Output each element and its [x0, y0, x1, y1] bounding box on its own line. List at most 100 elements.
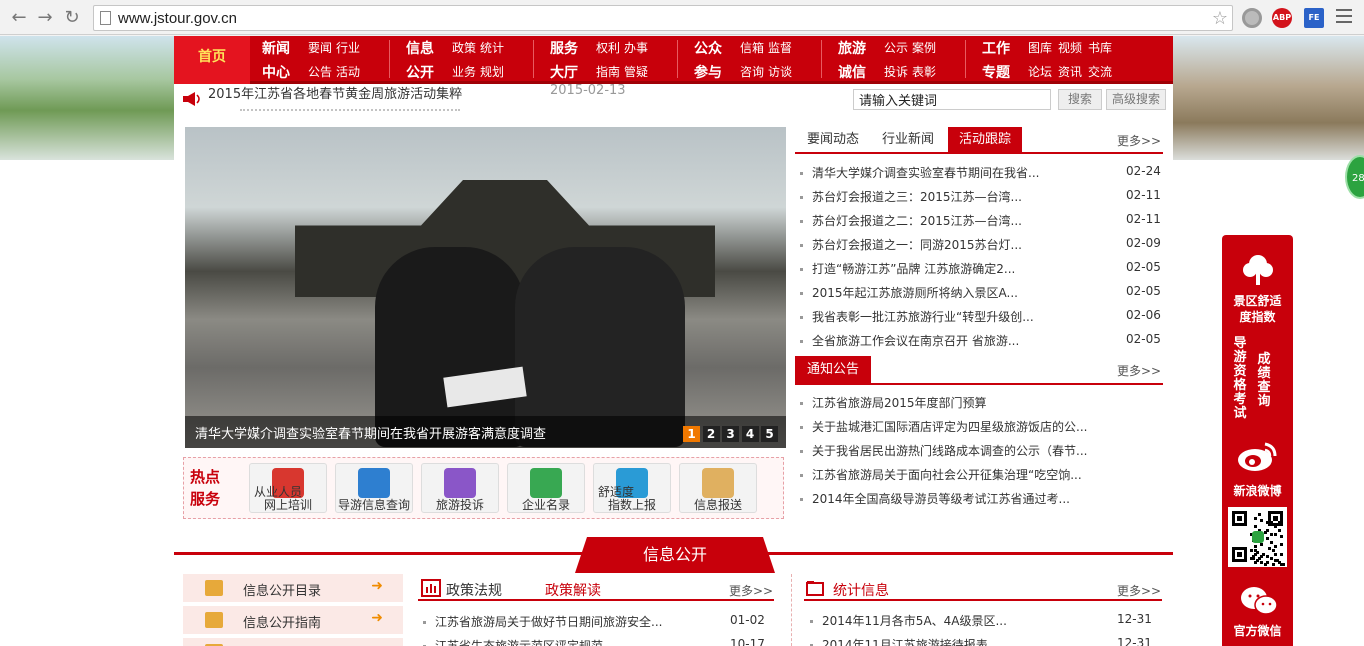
nav-sub-link[interactable]: 业务 — [452, 60, 476, 84]
news-item[interactable]: 苏台灯会报道之二：2015江苏—台湾... — [800, 212, 1022, 229]
nav-sub-link[interactable]: 权利 — [596, 36, 620, 60]
nav-sub-link[interactable]: 指南 — [596, 60, 620, 84]
nav-group-title[interactable]: 工作 — [982, 38, 1010, 60]
nav-group-title[interactable]: 专题 — [982, 62, 1010, 84]
fe-extension-icon[interactable]: FE — [1304, 8, 1324, 28]
slideshow-image[interactable] — [185, 127, 786, 448]
stats-item[interactable]: 2014年11月各市5A、4A级景区... — [810, 612, 1007, 629]
tab-policy-laws[interactable]: 政策法规 — [446, 580, 502, 600]
news-item[interactable]: 清华大学媒介调查实验室春节期间在我省... — [800, 164, 1039, 181]
hot-service-item[interactable]: 舒适度 指数上报 — [593, 463, 671, 513]
nav-home[interactable]: 首页 — [174, 36, 250, 84]
nav-sub-link[interactable]: 公示 — [884, 36, 908, 60]
nav-sub-link[interactable]: 活动 — [336, 60, 360, 84]
tab-industry-news[interactable]: 行业新闻 — [873, 127, 943, 153]
nav-sub-link[interactable]: 行业 — [336, 36, 360, 60]
nav-sub-link[interactable]: 访谈 — [768, 60, 792, 84]
nav-sub-link[interactable]: 图库 — [1028, 36, 1052, 60]
tab-statistics[interactable]: 统计信息 — [833, 580, 889, 600]
notice-item[interactable]: 江苏省旅游局关于面向社会公开征集治理“吃空饷... — [800, 466, 1082, 483]
news-item[interactable]: 打造“畅游江苏”品牌 江苏旅游确定2... — [800, 260, 1015, 277]
address-bar[interactable]: www.jstour.gov.cn ☆ — [93, 5, 1233, 31]
policy-more-link[interactable]: 更多>> — [729, 582, 773, 599]
tab-notices[interactable]: 通知公告 — [795, 356, 871, 384]
stats-more-link[interactable]: 更多>> — [1117, 582, 1161, 599]
adblock-icon[interactable]: ABP — [1272, 8, 1292, 28]
policy-item[interactable]: 江苏省生态旅游示范区评定规范 — [423, 637, 603, 646]
float-guide-exam[interactable]: 导游资格考试 — [1230, 337, 1250, 421]
nav-sub-link[interactable]: 投诉 — [884, 60, 908, 84]
nav-group-title[interactable]: 旅游 — [838, 38, 866, 60]
wechat-label[interactable]: 官方微信 — [1222, 622, 1293, 639]
nav-sub-link[interactable]: 要闻 — [308, 36, 332, 60]
nav-sub-link[interactable]: 书库 — [1088, 36, 1112, 60]
slideshow-page-1[interactable]: 1 — [683, 426, 700, 442]
nav-sub-link[interactable]: 表彰 — [912, 60, 936, 84]
nav-group-title[interactable]: 参与 — [694, 62, 722, 84]
news-item[interactable]: 苏台灯会报道之一：同游2015苏台灯... — [800, 236, 1022, 253]
slideshow-page-3[interactable]: 3 — [722, 426, 739, 442]
nav-group-title[interactable]: 服务 — [550, 38, 578, 60]
hot-service-item[interactable]: 信息报送 — [679, 463, 757, 513]
notice-item[interactable]: 关于盐城港汇国际酒店评定为四星级旅游饭店的公... — [800, 418, 1087, 435]
search-button[interactable]: 搜索 — [1058, 89, 1102, 110]
notice-item[interactable]: 关于我省居民出游热门线路成本调查的公示（春节... — [800, 442, 1087, 459]
nav-sub-link[interactable]: 交流 — [1088, 60, 1112, 84]
nav-group-title[interactable]: 大厅 — [550, 62, 578, 84]
nav-group-title[interactable]: 新闻 — [262, 38, 290, 60]
stats-item[interactable]: 2014年11月江苏旅游接待报表 — [810, 636, 988, 646]
hot-service-item[interactable]: 导游信息查询 — [335, 463, 413, 513]
nav-group-title[interactable]: 公众 — [694, 38, 722, 60]
bookmark-star-icon[interactable]: ☆ — [1212, 8, 1228, 29]
slideshow-caption[interactable]: 清华大学媒介调查实验室春节期间在我省开展游客满意度调查 — [195, 423, 546, 442]
nav-sub-link[interactable]: 管疑 — [624, 60, 648, 84]
nav-group-title[interactable]: 信息 — [406, 38, 434, 60]
info-catalog-link[interactable]: 信息公开目录 ➜ — [183, 574, 403, 602]
nav-sub-link[interactable]: 规划 — [480, 60, 504, 84]
info-guide-link[interactable]: 信息公开指南 ➜ — [183, 606, 403, 634]
news-item[interactable]: 2015年起江苏旅游厕所将纳入景区A... — [800, 284, 1018, 301]
nav-sub-link[interactable]: 视频 — [1058, 36, 1082, 60]
tab-policy-interpret[interactable]: 政策解读 — [545, 580, 601, 600]
news-item[interactable]: 我省表彰一批江苏旅游行业“转型升级创... — [800, 308, 1034, 325]
notice-item[interactable]: 江苏省旅游局2015年度部门预算 — [800, 394, 987, 411]
tab-activity-tracking[interactable]: 活动跟踪 — [948, 127, 1022, 153]
reload-icon[interactable]: ↻ — [61, 7, 83, 29]
nav-sub-link[interactable]: 政策 — [452, 36, 476, 60]
hot-service-item[interactable]: 旅游投诉 — [421, 463, 499, 513]
nav-sub-link[interactable]: 统计 — [480, 36, 504, 60]
hot-service-item[interactable]: 从业人员 网上培训 — [249, 463, 327, 513]
back-icon[interactable]: ← — [8, 7, 30, 29]
nav-sub-link[interactable]: 资讯 — [1058, 60, 1082, 84]
slideshow-page-2[interactable]: 2 — [702, 426, 720, 442]
notice-item[interactable]: 2014年全国高级导游员等级考试江苏省通过考... — [800, 490, 1070, 507]
forward-icon[interactable]: → — [34, 7, 56, 29]
weibo-label[interactable]: 新浪微博 — [1222, 482, 1293, 499]
extension-circle-icon[interactable] — [1242, 8, 1262, 28]
menu-icon[interactable] — [1336, 9, 1352, 23]
news-more-link[interactable]: 更多>> — [1117, 132, 1161, 149]
nav-group-title[interactable]: 公开 — [406, 62, 434, 84]
hot-service-item[interactable]: 企业名录 — [507, 463, 585, 513]
float-score-query[interactable]: 成绩查询 — [1254, 353, 1274, 409]
nav-sub-link[interactable]: 论坛 — [1028, 60, 1052, 84]
news-item[interactable]: 全省旅游工作会议在南京召开 省旅游... — [800, 332, 1019, 349]
search-input[interactable] — [853, 89, 1051, 110]
notice-link[interactable]: 2015年江苏省各地春节黄金周旅游活动集粹 — [208, 83, 462, 102]
nav-group-title[interactable]: 中心 — [262, 62, 290, 84]
news-item[interactable]: 苏台灯会报道之三：2015江苏—台湾... — [800, 188, 1022, 205]
nav-sub-link[interactable]: 咨询 — [740, 60, 764, 84]
nav-sub-link[interactable]: 办事 — [624, 36, 648, 60]
float-comfort-index[interactable]: 景区舒适度指数 — [1222, 293, 1293, 325]
nav-sub-link[interactable]: 监督 — [768, 36, 792, 60]
nav-sub-link[interactable]: 信箱 — [740, 36, 764, 60]
info-list-item[interactable] — [183, 638, 403, 646]
advanced-search-button[interactable]: 高级搜索 — [1106, 89, 1166, 110]
slideshow-page-5[interactable]: 5 — [761, 426, 778, 442]
nav-sub-link[interactable]: 案例 — [912, 36, 936, 60]
nav-group-title[interactable]: 诚信 — [838, 62, 866, 84]
policy-item[interactable]: 江苏省旅游局关于做好节日期间旅游安全... — [423, 613, 662, 630]
slideshow-page-4[interactable]: 4 — [741, 426, 759, 442]
notices-more-link[interactable]: 更多>> — [1117, 362, 1161, 379]
tab-news-dynamic[interactable]: 要闻动态 — [800, 127, 866, 153]
